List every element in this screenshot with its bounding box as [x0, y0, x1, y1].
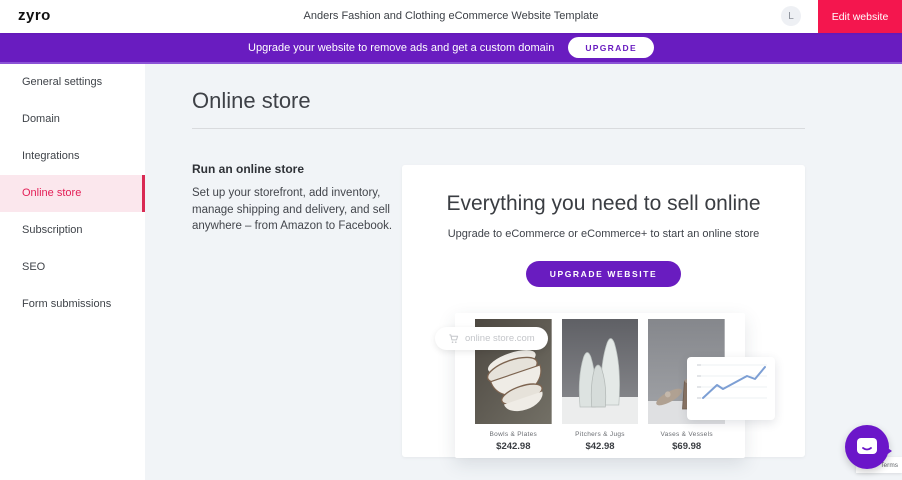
sidebar-item-subscription[interactable]: Subscription — [0, 212, 145, 249]
promo-subheading: Upgrade to eCommerce or eCommerce+ to st… — [402, 228, 805, 240]
sales-sparkline — [687, 357, 775, 420]
site-title: Anders Fashion and Clothing eCommerce We… — [0, 0, 902, 33]
upgrade-website-button[interactable]: UPGRADE WEBSITE — [526, 261, 682, 287]
sidebar-item-online-store[interactable]: Online store — [0, 175, 145, 212]
sidebar-item-general-settings[interactable]: General settings — [0, 64, 145, 101]
upgrade-banner-text: Upgrade your website to remove ads and g… — [248, 42, 554, 54]
zyro-logo[interactable]: zyro — [18, 7, 51, 24]
product-name: Vases & Vessels — [648, 431, 725, 438]
product-price: $69.98 — [648, 441, 725, 452]
run-store-heading: Run an online store — [192, 162, 400, 176]
store-url-pill: online store.com — [435, 327, 548, 350]
chat-bubble-icon — [855, 436, 879, 458]
run-store-description: Set up your storefront, add inventory, m… — [192, 185, 400, 235]
avatar[interactable]: L — [781, 6, 801, 26]
sales-chart-card — [687, 357, 775, 420]
product-card: Pitchers & Jugs $42.98 — [562, 319, 639, 452]
terms-link[interactable]: Terms — [880, 462, 898, 469]
top-bar: Anders Fashion and Clothing eCommerce We… — [0, 0, 902, 33]
title-divider — [192, 128, 805, 129]
sidebar-item-integrations[interactable]: Integrations — [0, 138, 145, 175]
promo-heading: Everything you need to sell online — [402, 192, 805, 216]
sidebar-item-seo[interactable]: SEO — [0, 249, 145, 286]
chat-button[interactable] — [845, 425, 889, 469]
settings-sidebar: General settings Domain Integrations Onl… — [0, 64, 145, 480]
edit-website-button[interactable]: Edit website — [818, 0, 902, 33]
product-price: $242.98 — [475, 441, 552, 452]
store-url-text: online store.com — [465, 333, 535, 344]
product-name: Pitchers & Jugs — [562, 431, 639, 438]
pitchers-product-image — [562, 319, 639, 424]
product-name: Bowls & Plates — [475, 431, 552, 438]
upgrade-button[interactable]: UPGRADE — [568, 37, 654, 58]
sidebar-item-form-submissions[interactable]: Form submissions — [0, 286, 145, 323]
sparkline-path — [703, 367, 765, 398]
cart-icon — [448, 333, 459, 344]
product-price: $42.98 — [562, 441, 639, 452]
sidebar-item-domain[interactable]: Domain — [0, 101, 145, 138]
page-title: Online store — [192, 88, 311, 114]
run-store-section: Run an online store Set up your storefro… — [192, 162, 400, 235]
upgrade-banner: Upgrade your website to remove ads and g… — [0, 33, 902, 64]
